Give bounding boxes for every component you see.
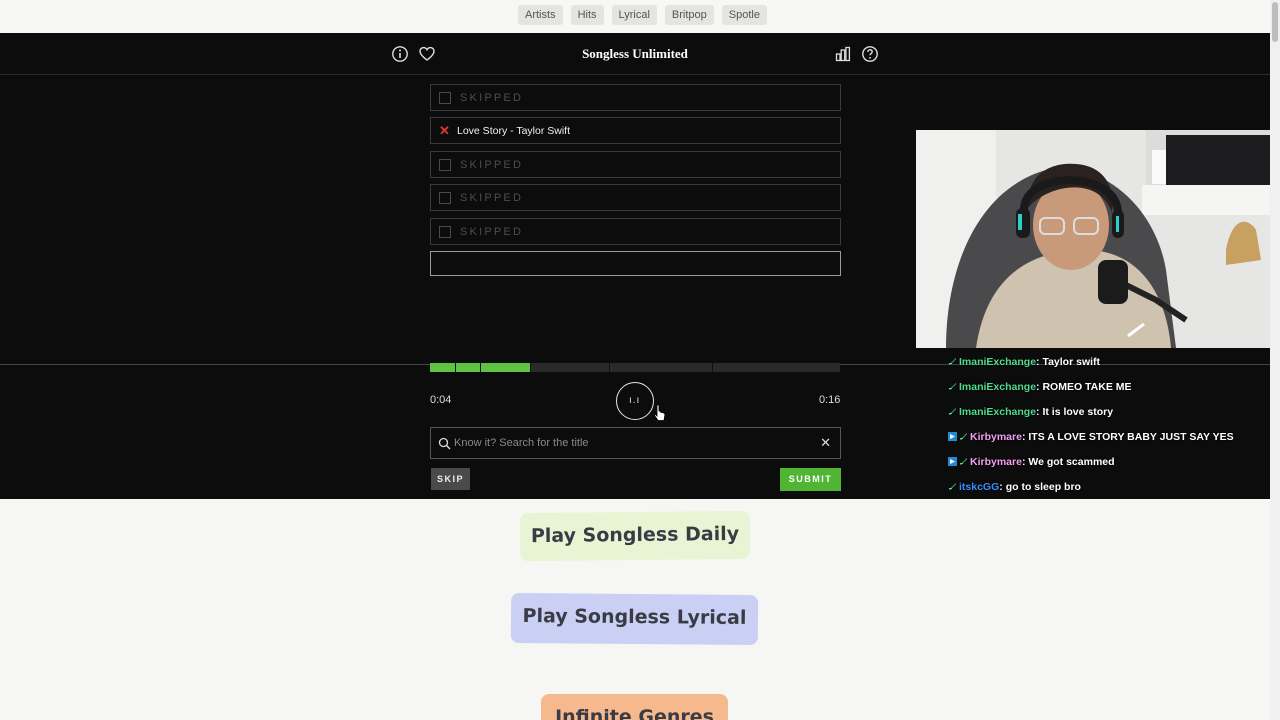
guess-row-1: SKIPPED — [430, 84, 841, 111]
guess-row-4: SKIPPED — [430, 184, 841, 211]
chat-username[interactable]: Kirbymare — [970, 431, 1022, 443]
info-icon[interactable] — [391, 45, 409, 63]
chat-message: ImaniExchange: ROMEO TAKE ME — [948, 378, 1280, 403]
chat-username[interactable]: ImaniExchange — [959, 406, 1036, 418]
skip-button[interactable]: SKIP — [431, 468, 470, 490]
mouse-cursor-icon — [654, 404, 666, 421]
tag-lyrical[interactable]: Lyrical — [611, 5, 657, 25]
chat-username[interactable]: Kirbymare — [970, 456, 1022, 468]
skip-checkbox — [439, 159, 451, 171]
segment-divider — [480, 363, 481, 372]
chat-text: We got scammed — [1028, 456, 1115, 468]
sword-badge-icon — [960, 433, 967, 440]
total-time: 0:16 — [819, 394, 841, 406]
chat-text: ITS A LOVE STORY BABY JUST SAY YES — [1028, 431, 1234, 443]
webcam-image — [916, 130, 1280, 348]
sword-badge-icon — [949, 358, 956, 365]
search-input[interactable]: Know it? Search for the title ✕ — [430, 427, 841, 459]
chat-text: ROMEO TAKE ME — [1042, 381, 1132, 393]
chat-text: It is love story — [1042, 406, 1114, 418]
webcam-overlay — [916, 130, 1280, 348]
search-icon — [438, 437, 451, 450]
progress-bar[interactable] — [430, 363, 840, 372]
play-lyrical-link[interactable]: Play Songless Lyrical — [510, 592, 759, 646]
chat-message: Kirbymare: ITS A LOVE STORY BABY JUST SA… — [948, 428, 1280, 453]
chat-username[interactable]: ImaniExchange — [959, 381, 1036, 393]
infinite-genres-link[interactable]: Infinite Genres — [541, 694, 728, 720]
segment-divider — [530, 363, 531, 372]
tag-spotle[interactable]: Spotle — [721, 5, 767, 25]
tag-britpop[interactable]: Britpop — [664, 5, 714, 25]
page-title: Songless Unlimited — [582, 46, 688, 61]
chat-message: ImaniExchange: It is love story — [948, 403, 1280, 428]
skip-checkbox — [439, 192, 451, 204]
sword-badge-icon — [949, 408, 956, 415]
chat-username[interactable]: itskcGG — [959, 481, 999, 493]
chat-message: ImaniExchange: Taylor swift — [948, 353, 1280, 378]
skip-checkbox — [439, 92, 451, 104]
guess-row-5: SKIPPED — [430, 218, 841, 245]
page: Artists Hits Lyrical Britpop Spotle Song… — [0, 0, 1280, 720]
sword-badge-icon — [949, 483, 956, 490]
chat-text: go to sleep bro — [1005, 481, 1081, 493]
guess-text: Love Story - Taylor Swift — [457, 125, 571, 137]
segment-divider — [712, 363, 713, 372]
guess-row-2: ✕ Love Story - Taylor Swift — [430, 117, 841, 144]
chat-text: Taylor swift — [1042, 356, 1101, 368]
guess-row-current — [430, 251, 841, 276]
tag-list: Artists Hits Lyrical Britpop Spotle — [518, 5, 767, 25]
search-placeholder: Know it? Search for the title — [454, 437, 589, 449]
sword-badge-icon — [949, 383, 956, 390]
scrollbar-thumb[interactable] — [1272, 2, 1278, 42]
tag-bar: Artists Hits Lyrical Britpop Spotle — [0, 0, 1270, 33]
submit-button[interactable]: SUBMIT — [780, 468, 841, 491]
chat-username[interactable]: ImaniExchange — [959, 356, 1036, 368]
bar-chart-icon[interactable] — [834, 45, 852, 63]
game-header: Songless Unlimited — [0, 33, 1270, 75]
guess-text: SKIPPED — [460, 226, 524, 238]
prime-badge-icon — [948, 432, 957, 441]
page-scrollbar[interactable] — [1270, 0, 1280, 720]
current-time: 0:04 — [430, 394, 452, 406]
play-button[interactable]: ı.ı — [616, 382, 654, 420]
segment-divider — [609, 363, 610, 372]
guess-row-3: SKIPPED — [430, 151, 841, 178]
guess-text: SKIPPED — [460, 159, 524, 171]
chat-overlay: ImaniExchange: Taylor swift ImaniExchang… — [948, 353, 1280, 503]
play-daily-link[interactable]: Play Songless Daily — [519, 510, 751, 562]
heart-icon[interactable] — [418, 45, 436, 63]
tag-hits[interactable]: Hits — [570, 5, 604, 25]
skip-checkbox — [439, 226, 451, 238]
prime-badge-icon — [948, 457, 957, 466]
wrong-icon: ✕ — [439, 123, 450, 138]
tag-artists[interactable]: Artists — [518, 5, 563, 25]
play-glyph: ı.ı — [629, 395, 641, 406]
chat-message: itskcGG: go to sleep bro — [948, 478, 1280, 503]
chat-message: Kirbymare: We got scammed — [948, 453, 1280, 478]
segment-divider — [455, 363, 456, 372]
sword-badge-icon — [960, 458, 967, 465]
help-icon[interactable] — [861, 45, 879, 63]
guess-text: SKIPPED — [460, 192, 524, 204]
guess-text: SKIPPED — [460, 92, 524, 104]
close-icon[interactable]: ✕ — [820, 435, 831, 451]
